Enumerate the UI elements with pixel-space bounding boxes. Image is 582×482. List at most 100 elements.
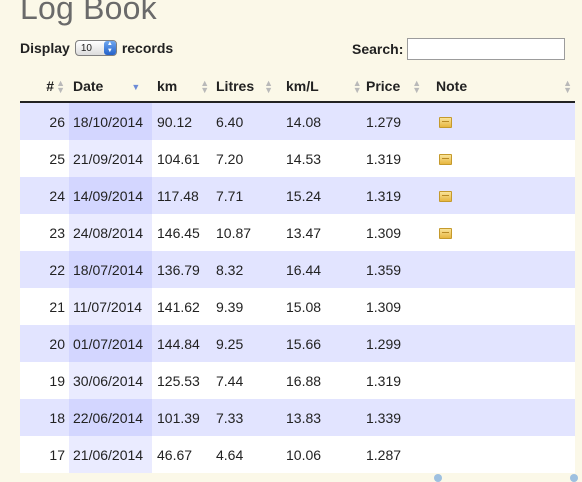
cell-number: 20 — [49, 335, 65, 352]
cell-litres: 8.32 — [216, 261, 244, 278]
table-row: 18 22/06/2014 101.39 7.33 13.83 1.339 — [20, 399, 575, 436]
cell-date: 24/08/2014 — [69, 214, 152, 251]
cell-note — [431, 288, 575, 325]
cell-price: 1.309 — [366, 224, 402, 241]
cell-date: 30/06/2014 — [69, 362, 152, 399]
cell-litres: 7.44 — [216, 372, 244, 389]
sort-both-icon: ▲ ▼ — [200, 78, 210, 96]
cell-km: 125.53 — [157, 372, 200, 389]
select-arrows-icon: ▲ ▼ — [103, 41, 116, 55]
table-row: 24 14/09/2014 117.48 7.71 15.24 1.319 — [20, 177, 575, 214]
sort-descending-icon: ▼ — [131, 81, 141, 92]
cell-km: 136.79 — [157, 261, 200, 278]
cell-km: 104.61 — [157, 150, 200, 167]
cell-number: 24 — [49, 187, 65, 204]
table-row: 23 24/08/2014 146.45 10.87 13.47 1.309 — [20, 214, 575, 251]
sort-both-icon: ▲ ▼ — [563, 78, 573, 96]
column-header-km[interactable]: km ▲ ▼ — [152, 71, 211, 103]
cell-kml: 16.88 — [286, 372, 322, 389]
cell-number: 17 — [49, 446, 65, 463]
cell-litres: 6.40 — [216, 113, 244, 130]
cell-kml: 15.24 — [286, 187, 322, 204]
pagination-dot — [570, 474, 578, 482]
search-label: Search: — [352, 41, 404, 57]
search-input[interactable] — [407, 38, 566, 60]
cell-kml: 10.06 — [286, 446, 322, 463]
pagination-dot — [434, 474, 442, 482]
cell-kml: 13.47 — [286, 224, 322, 241]
cell-price: 1.319 — [366, 150, 402, 167]
search-control: Search: — [352, 38, 566, 60]
page-title: Log Book — [20, 0, 157, 26]
cell-litres: 10.87 — [216, 224, 252, 241]
column-header-kml[interactable]: km/L ▲ ▼ — [281, 71, 362, 103]
records-label: records — [121, 40, 174, 56]
cell-price: 1.359 — [366, 261, 402, 278]
cell-date: 01/07/2014 — [69, 325, 152, 362]
cell-date: 18/10/2014 — [69, 102, 152, 140]
page-size-value: 10 — [80, 42, 92, 54]
cell-kml: 13.83 — [286, 409, 322, 426]
cell-litres: 7.71 — [216, 187, 244, 204]
cell-km: 144.84 — [157, 335, 200, 352]
cell-note — [431, 362, 575, 399]
cell-date: 22/06/2014 — [69, 399, 152, 436]
table-row: 19 30/06/2014 125.53 7.44 16.88 1.319 — [20, 362, 575, 399]
cell-number: 25 — [49, 150, 65, 167]
table-row: 17 21/06/2014 46.67 4.64 10.06 1.287 — [20, 436, 575, 473]
cell-km: 46.67 — [157, 446, 193, 463]
cell-note — [431, 436, 575, 473]
cell-number: 18 — [49, 409, 65, 426]
cell-note — [431, 140, 575, 177]
cell-price: 1.339 — [366, 409, 402, 426]
cell-price: 1.319 — [366, 372, 402, 389]
cell-kml: 14.53 — [286, 150, 322, 167]
cell-km: 141.62 — [157, 298, 200, 315]
cell-kml: 15.66 — [286, 335, 322, 352]
cell-note — [431, 325, 575, 362]
cell-kml: 15.08 — [286, 298, 322, 315]
table-header-row: # ▲ ▼ Date ▼ km ▲ ▼ Litres ▲ ▼ km/L ▲ ▼ Price ▲ ▼ N… — [20, 71, 575, 103]
cell-note — [431, 214, 575, 251]
sort-both-icon: ▲ ▼ — [56, 78, 65, 96]
cell-km: 146.45 — [157, 224, 200, 241]
note-icon[interactable] — [439, 116, 452, 128]
table-row: 20 01/07/2014 144.84 9.25 15.66 1.299 — [20, 325, 575, 362]
cell-number: 22 — [49, 261, 65, 278]
cell-litres: 7.20 — [216, 150, 244, 167]
note-icon[interactable] — [439, 227, 452, 239]
table-row: 25 21/09/2014 104.61 7.20 14.53 1.319 — [20, 140, 575, 177]
note-icon[interactable] — [439, 153, 452, 165]
page-length-control: Display 10 ▲ ▼ records — [20, 40, 173, 56]
page-size-select[interactable]: 10 ▲ ▼ — [74, 40, 117, 56]
cell-price: 1.319 — [366, 187, 402, 204]
column-header-date[interactable]: Date ▼ — [69, 71, 152, 103]
cell-date: 11/07/2014 — [69, 288, 152, 325]
column-header-price[interactable]: Price ▲ ▼ — [361, 71, 431, 103]
cell-kml: 14.08 — [286, 113, 322, 130]
sort-both-icon: ▲ ▼ — [264, 78, 274, 96]
cell-date: 21/06/2014 — [69, 436, 152, 473]
cell-number: 23 — [49, 224, 65, 241]
cell-price: 1.279 — [366, 113, 402, 130]
cell-date: 18/07/2014 — [69, 251, 152, 288]
cell-date: 21/09/2014 — [69, 140, 152, 177]
table-row: 21 11/07/2014 141.62 9.39 15.08 1.309 — [20, 288, 575, 325]
cell-number: 19 — [49, 372, 65, 389]
cell-kml: 16.44 — [286, 261, 322, 278]
cell-km: 90.12 — [157, 113, 193, 130]
column-header-number[interactable]: # ▲ ▼ — [20, 71, 69, 103]
cell-note — [431, 102, 575, 140]
column-header-note[interactable]: Note ▲ ▼ — [431, 71, 575, 103]
table-row: 22 18/07/2014 136.79 8.32 16.44 1.359 — [20, 251, 575, 288]
cell-number: 21 — [49, 298, 65, 315]
display-label: Display — [20, 40, 70, 56]
cell-litres: 9.39 — [216, 298, 244, 315]
note-icon[interactable] — [439, 190, 452, 202]
cell-price: 1.299 — [366, 335, 402, 352]
cell-litres: 4.64 — [216, 446, 244, 463]
cell-note — [431, 251, 575, 288]
cell-litres: 7.33 — [216, 409, 244, 426]
table-row: 26 18/10/2014 90.12 6.40 14.08 1.279 — [20, 102, 575, 140]
column-header-litres[interactable]: Litres ▲ ▼ — [211, 71, 281, 103]
